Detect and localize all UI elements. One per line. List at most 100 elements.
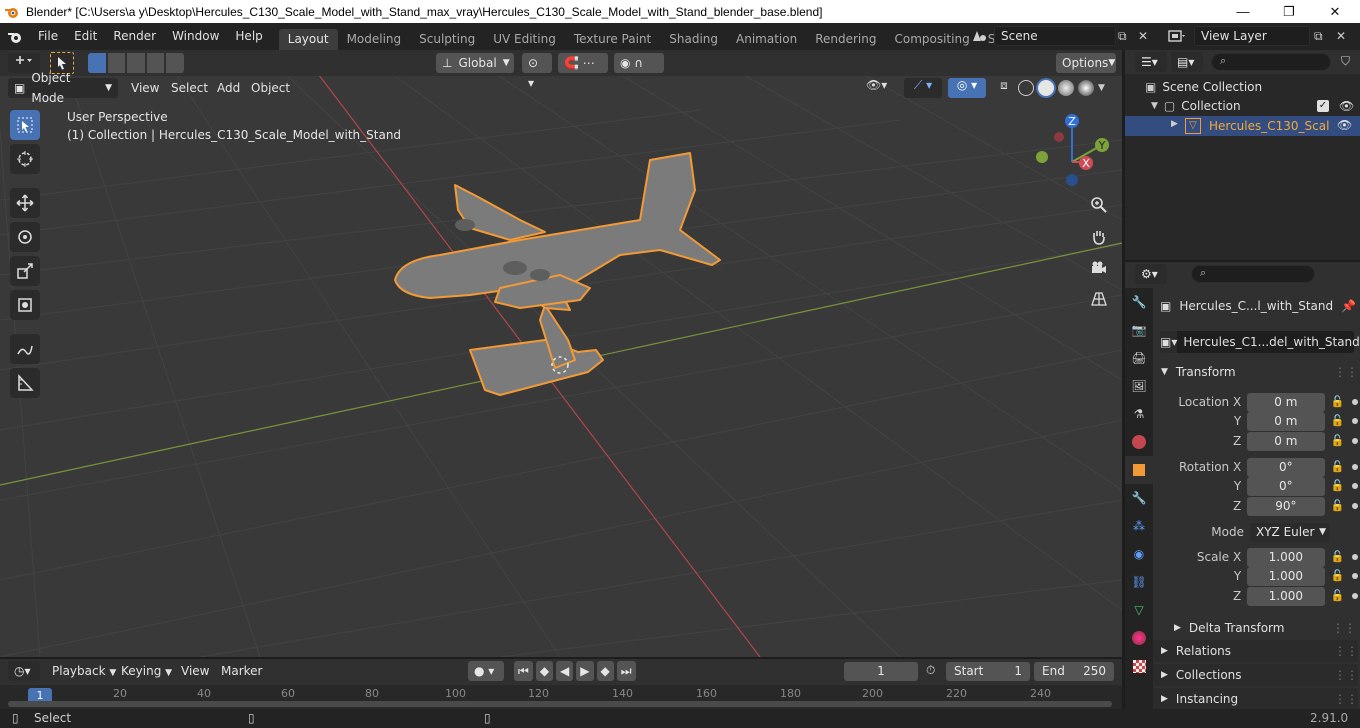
keyframe-dot-icon[interactable] [1352, 593, 1358, 599]
drag-handle-icon[interactable]: ⋮⋮ [1334, 668, 1358, 682]
collections-panel-header[interactable]: ▶ Collections ⋮⋮ [1153, 664, 1358, 686]
timeline-menu-playback[interactable]: Playback ▼ [52, 664, 116, 678]
instancing-panel-header[interactable]: ▶ Instancing ⋮⋮ [1153, 688, 1358, 710]
rotation-y-field[interactable]: 0° [1247, 476, 1325, 496]
delete-view-layer-icon[interactable]: ✕ [1336, 29, 1350, 43]
object-browse-icon[interactable]: ▣▾ [1160, 331, 1178, 353]
object-tab-icon[interactable] [1125, 456, 1153, 484]
rotate-tool-icon[interactable] [10, 222, 40, 252]
delta-transform-panel-header[interactable]: ▶ Delta Transform ⋮⋮ [1166, 617, 1356, 639]
rotation-z-field[interactable]: 90° [1247, 496, 1325, 516]
maximize-button[interactable]: ❐ [1266, 0, 1312, 23]
scale-tool-icon[interactable] [10, 256, 40, 286]
expand-arrow-icon[interactable]: ▼ [1151, 101, 1158, 111]
tool-tab-icon[interactable]: 🔧 [1125, 288, 1153, 316]
timeline-scrollbar[interactable] [8, 701, 1112, 707]
eye-visibility-icon[interactable]: 👁 [1337, 118, 1352, 132]
timeline-editor-type-button[interactable]: ◷▾ [8, 661, 40, 681]
constraints-tab-icon[interactable]: ⛓ [1125, 568, 1153, 596]
lock-icon[interactable]: 🔓 [1331, 414, 1345, 428]
zoom-icon[interactable] [1086, 192, 1112, 218]
current-frame-field[interactable]: 1 [844, 662, 918, 681]
xray-toggle-icon[interactable]: ⧈ [994, 78, 1014, 98]
ortho-grid-icon[interactable] [1086, 286, 1112, 312]
keyframe-dot-icon[interactable] [1352, 399, 1358, 405]
lock-icon[interactable]: 🔓 [1331, 569, 1345, 583]
modifier-tab-icon[interactable]: 🔧 [1125, 484, 1153, 512]
scene-tab-icon[interactable]: ⚗ [1125, 400, 1153, 428]
cursor-tool-icon[interactable] [10, 144, 40, 174]
keyframe-dot-icon[interactable] [1352, 438, 1358, 444]
select-extend-icon[interactable] [107, 53, 126, 73]
collection-row[interactable]: ▼ ▢ Collection ✓ 👁 [1151, 99, 1360, 113]
drag-handle-icon[interactable]: ⋮⋮ [1334, 644, 1358, 658]
overlay-toggle-icon[interactable]: ◎ ▾ [948, 78, 986, 98]
location-y-field[interactable]: 0 m [1247, 411, 1325, 431]
lock-icon[interactable]: 🔓 [1331, 479, 1345, 493]
tab-shading[interactable]: Shading [660, 29, 727, 50]
object-mode-dropdown[interactable]: ▣ Object Mode ▼ [8, 71, 118, 105]
keyframe-dot-icon[interactable] [1352, 573, 1358, 579]
drag-handle-icon[interactable]: ⋮⋮ [1334, 365, 1358, 379]
scene-collection-row[interactable]: ▣ Scene Collection [1145, 80, 1262, 94]
viewport-menu-add[interactable]: Add [217, 81, 240, 95]
outliner-search-input[interactable]: ⌕ [1211, 53, 1331, 71]
transform-tool-icon[interactable] [10, 290, 40, 320]
lock-icon[interactable]: 🔓 [1331, 499, 1345, 513]
stopwatch-icon[interactable]: ⏱ [926, 663, 935, 678]
scene-name-field[interactable]: Scene [994, 26, 1116, 46]
start-frame-field[interactable]: Start 1 [946, 662, 1030, 681]
select-box-tool-icon[interactable] [10, 110, 40, 140]
rendered-shading-icon[interactable] [1078, 80, 1094, 96]
minimize-button[interactable]: — [1220, 0, 1266, 23]
render-tab-icon[interactable]: 📷 [1125, 316, 1153, 344]
texture-tab-icon[interactable] [1125, 652, 1153, 680]
select-invert-icon[interactable] [146, 53, 165, 73]
jump-end-icon[interactable]: ⏭ [616, 661, 636, 681]
tab-layout[interactable]: Layout [278, 29, 338, 50]
location-z-field[interactable]: 0 m [1247, 431, 1325, 451]
menu-render[interactable]: Render [105, 23, 164, 50]
visibility-eye-icon[interactable]: 👁▾ [866, 78, 896, 98]
collection-checkbox[interactable]: ✓ [1317, 100, 1329, 112]
output-tab-icon[interactable]: 🖨 [1125, 344, 1153, 372]
tab-modeling[interactable]: Modeling [338, 29, 411, 50]
scale-y-field[interactable]: 1.000 [1247, 566, 1325, 586]
scene-browse-icon[interactable] [966, 26, 992, 46]
menu-window[interactable]: Window [164, 23, 227, 50]
tab-compositing[interactable]: Compositing [885, 29, 978, 50]
outliner-display-mode-button[interactable]: ▤▾ [1171, 52, 1203, 72]
drag-handle-icon[interactable]: ⋮⋮ [1334, 692, 1358, 706]
drag-handle-icon[interactable]: ⋮⋮ [1332, 621, 1356, 635]
menu-help[interactable]: Help [227, 23, 270, 50]
chevron-down-icon[interactable]: ▼ [1098, 83, 1105, 93]
keyframe-dot-icon[interactable] [1352, 554, 1358, 560]
tab-uv-editing[interactable]: UV Editing [484, 29, 565, 50]
lock-icon[interactable]: 🔓 [1331, 434, 1345, 448]
object-datablock-field[interactable]: ▣▾ Hercules_C1...del_with_Stand [1160, 331, 1360, 353]
outliner-object-row[interactable]: ▶ ▽ Hercules_C130_Scal 👁 [1125, 116, 1360, 136]
keyframe-dot-icon[interactable] [1352, 503, 1358, 509]
viewport-menu-select[interactable]: Select [171, 81, 208, 95]
next-keyframe-icon[interactable]: ◆ [596, 661, 614, 681]
select-intersect-icon[interactable] [166, 53, 184, 73]
location-x-field[interactable]: 0 m [1247, 392, 1325, 412]
blender-menu-icon[interactable] [0, 23, 30, 50]
annotate-tool-icon[interactable] [10, 334, 40, 364]
transform-panel-header[interactable]: ▼ Transform ⋮⋮ [1153, 361, 1358, 383]
particles-tab-icon[interactable]: ⁂ [1125, 512, 1153, 540]
new-scene-icon[interactable]: ⧉ [1118, 29, 1132, 43]
material-tab-icon[interactable] [1125, 624, 1153, 652]
select-subtract-icon[interactable] [127, 53, 145, 73]
proportional-edit-button[interactable]: ◉ ∩ [614, 53, 664, 73]
jump-start-icon[interactable]: ⏮ [514, 661, 533, 681]
timeline-menu-keying[interactable]: Keying ▼ [121, 664, 172, 678]
view-layer-tab-icon[interactable]: 🖼 [1125, 372, 1153, 400]
data-tab-icon[interactable]: ▽ [1125, 596, 1153, 624]
close-window-button[interactable]: ✕ [1312, 0, 1358, 23]
play-reverse-icon[interactable]: ◀ [556, 661, 574, 681]
timeline-ruler[interactable]: 1 20 40 60 80 100 120 140 160 180 200 22… [0, 685, 1122, 709]
properties-editor-type-button[interactable]: ⚙▾ [1135, 264, 1167, 284]
viewport-menu-object[interactable]: Object [251, 81, 290, 95]
rotation-mode-dropdown[interactable]: XYZ Euler ▼ [1250, 522, 1330, 542]
